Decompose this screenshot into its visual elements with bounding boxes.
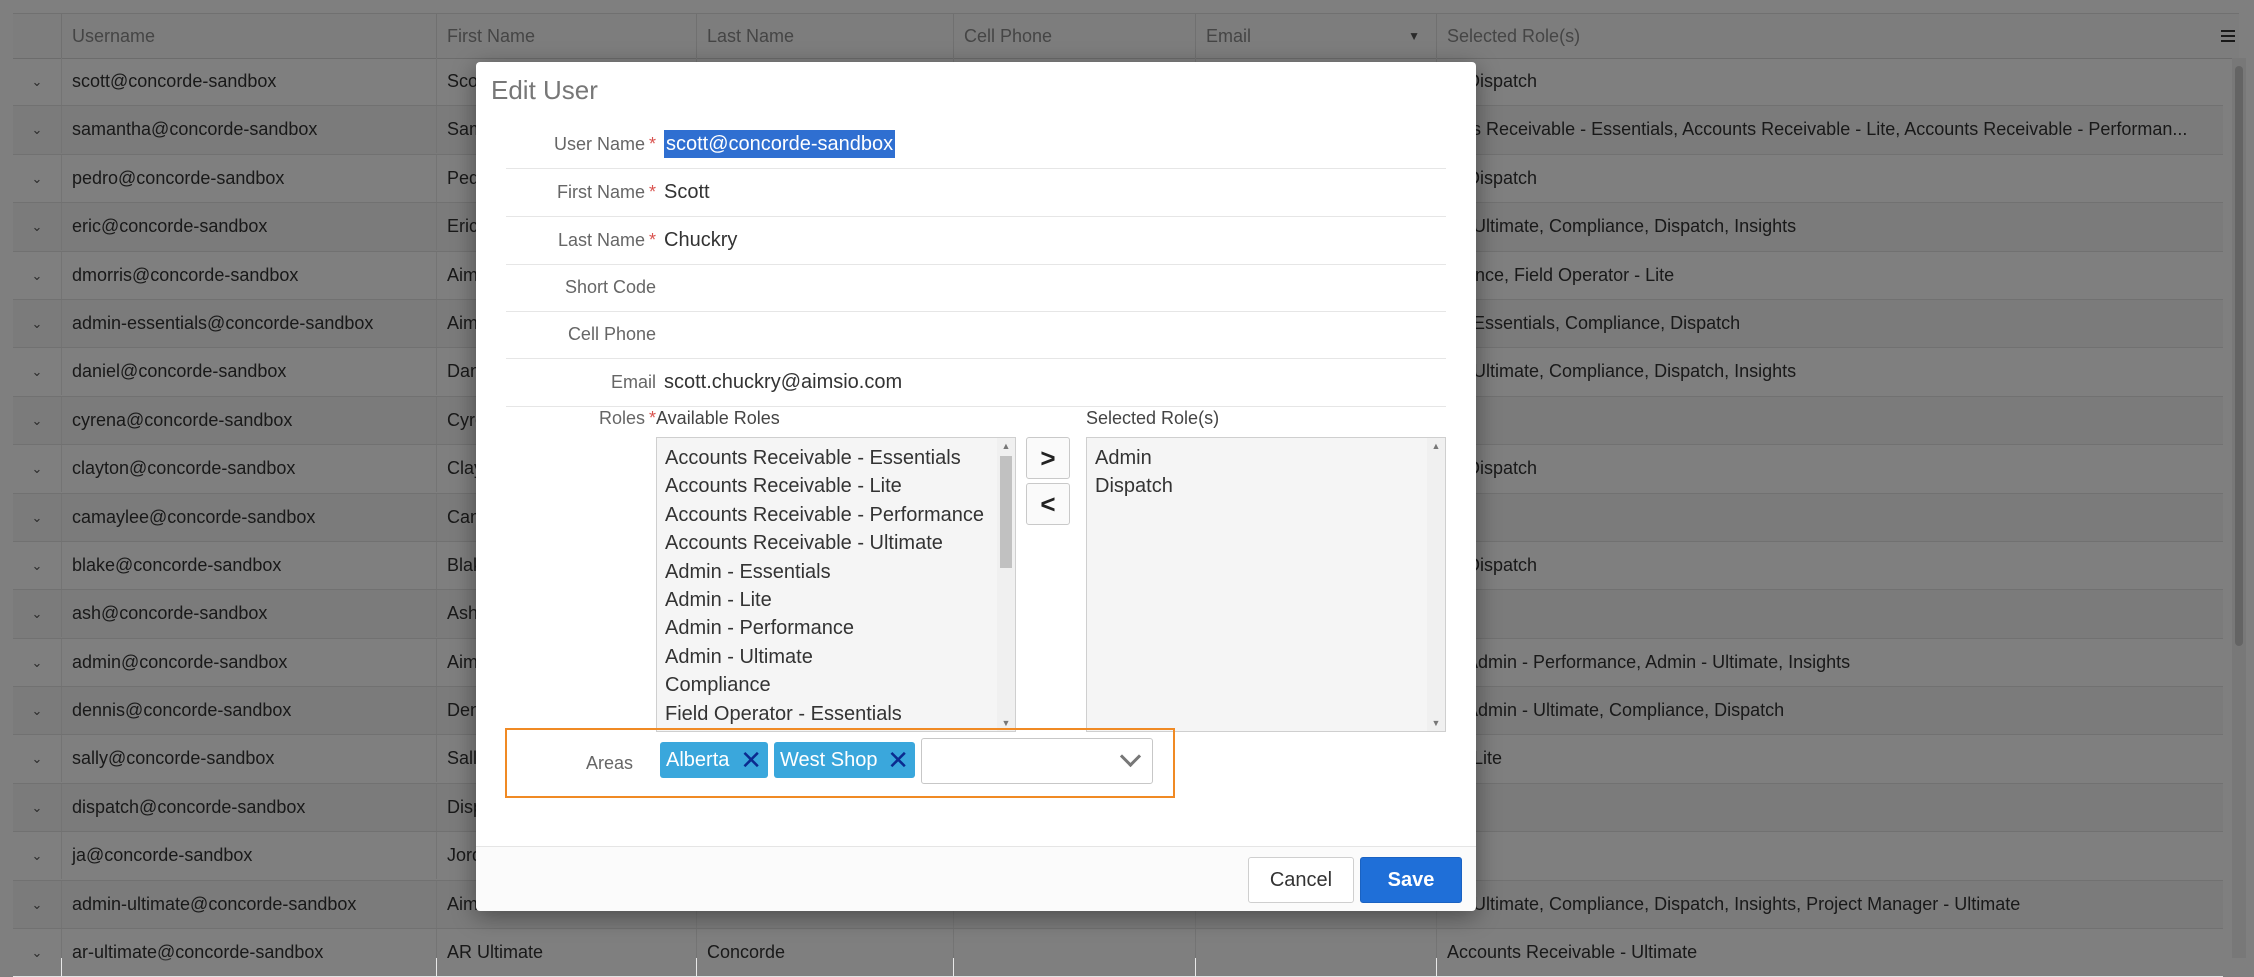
last-name-label: Last Name * bbox=[506, 217, 656, 264]
scroll-up-icon[interactable]: ▲ bbox=[1427, 439, 1445, 453]
username-label: User Name * bbox=[506, 121, 656, 168]
edit-user-dialog: Edit User User Name * scott@concorde-sand… bbox=[476, 62, 1476, 911]
available-role-item[interactable]: Compliance bbox=[657, 671, 1015, 699]
available-role-item[interactable]: Admin - Essentials bbox=[657, 558, 1015, 586]
scroll-up-icon[interactable]: ▲ bbox=[997, 439, 1015, 453]
chevron-down-icon[interactable] bbox=[1119, 745, 1142, 768]
area-tag-label: Alberta bbox=[666, 749, 730, 771]
first-name-row: First Name * Scott bbox=[506, 169, 1446, 217]
areas-select[interactable] bbox=[921, 738, 1153, 784]
chevron-left-icon: < bbox=[1040, 488, 1056, 519]
dialog-footer: Cancel Save bbox=[476, 846, 1476, 911]
available-role-item[interactable]: Admin - Ultimate bbox=[657, 643, 1015, 671]
add-role-button[interactable]: > bbox=[1026, 437, 1070, 479]
required-marker: * bbox=[648, 230, 656, 250]
remove-role-button[interactable]: < bbox=[1026, 483, 1070, 525]
required-marker: * bbox=[648, 408, 656, 428]
available-roles-title: Available Roles bbox=[656, 408, 780, 428]
scroll-down-icon[interactable]: ▼ bbox=[1427, 716, 1445, 730]
email-label: Email bbox=[610, 372, 656, 392]
first-name-label-text: First Name bbox=[556, 182, 645, 202]
remove-tag-icon[interactable]: ✕ bbox=[740, 742, 762, 778]
available-role-item[interactable]: Accounts Receivable - Performance bbox=[657, 501, 1015, 529]
selected-roles-items: Admin Dispatch bbox=[1087, 438, 1445, 501]
cancel-button[interactable]: Cancel bbox=[1248, 857, 1354, 903]
selected-role-item[interactable]: Dispatch bbox=[1087, 472, 1445, 500]
roles-label: Roles * bbox=[506, 406, 656, 430]
username-field[interactable]: scott@concorde-sandbox bbox=[664, 130, 896, 158]
available-role-item[interactable]: Accounts Receivable - Lite bbox=[657, 472, 1015, 500]
selected-roles-scrollbar[interactable]: ▲ ▼ bbox=[1427, 438, 1445, 731]
last-name-label-text: Last Name bbox=[557, 230, 645, 250]
area-tag-label: West Shop bbox=[780, 749, 878, 771]
area-tag-alberta: Alberta ✕ bbox=[660, 742, 768, 778]
areas-label: Areas bbox=[585, 753, 633, 773]
required-marker: * bbox=[648, 134, 656, 154]
first-name-field[interactable]: Scott bbox=[664, 169, 710, 216]
roles-label-text: Roles bbox=[598, 408, 645, 428]
short-code-row: Short Code bbox=[506, 264, 1446, 312]
available-role-item[interactable]: Admin - Performance bbox=[657, 614, 1015, 642]
cell-phone-row: Cell Phone bbox=[506, 311, 1446, 359]
available-roles-scroll-thumb[interactable] bbox=[1000, 456, 1012, 568]
selected-roles-title: Selected Role(s) bbox=[1086, 408, 1220, 428]
available-role-item[interactable]: Admin - Lite bbox=[657, 586, 1015, 614]
chevron-right-icon: > bbox=[1040, 442, 1056, 473]
email-row: Email scott.chuckry@aimsio.com bbox=[506, 359, 1446, 407]
available-role-item[interactable]: Accounts Receivable - Essentials bbox=[657, 444, 1015, 472]
selected-role-item[interactable]: Admin bbox=[1087, 444, 1445, 472]
dialog-title: Edit User bbox=[491, 75, 598, 105]
email-field[interactable]: scott.chuckry@aimsio.com bbox=[664, 359, 902, 406]
short-code-label: Short Code bbox=[564, 277, 656, 297]
save-button[interactable]: Save bbox=[1360, 857, 1462, 903]
available-roles-items: Accounts Receivable - Essentials Accounts… bbox=[657, 438, 1015, 728]
remove-tag-icon[interactable]: ✕ bbox=[887, 742, 909, 778]
last-name-field[interactable]: Chuckry bbox=[664, 217, 737, 264]
cell-phone-label: Cell Phone bbox=[567, 324, 656, 344]
available-role-item[interactable]: Field Operator - Essentials bbox=[657, 700, 1015, 728]
username-row: User Name * scott@concorde-sandbox bbox=[506, 121, 1446, 169]
available-roles-list[interactable]: Accounts Receivable - Essentials Accounts… bbox=[656, 437, 1016, 732]
available-roles-scrollbar[interactable]: ▲ ▼ bbox=[997, 438, 1015, 731]
area-tag-west-shop: West Shop ✕ bbox=[774, 742, 915, 778]
first-name-label: First Name * bbox=[506, 169, 656, 216]
areas-row: Areas Alberta ✕ West Shop ✕ bbox=[505, 728, 1175, 798]
last-name-row: Last Name * Chuckry bbox=[506, 217, 1446, 265]
selected-roles-list[interactable]: Admin Dispatch ▲ ▼ bbox=[1086, 437, 1446, 732]
available-role-item[interactable]: Accounts Receivable - Ultimate bbox=[657, 529, 1015, 557]
required-marker: * bbox=[648, 182, 656, 202]
username-label-text: User Name bbox=[553, 134, 645, 154]
